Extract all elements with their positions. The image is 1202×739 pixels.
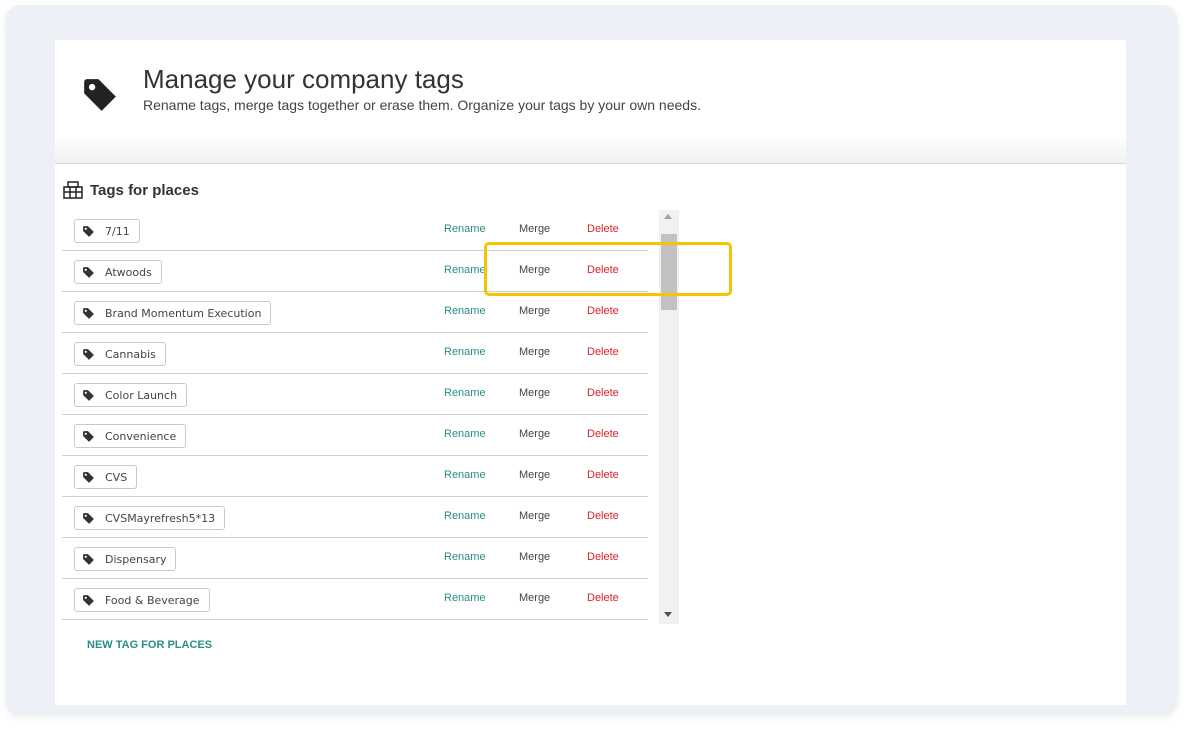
rename-button[interactable]: Rename: [444, 469, 486, 481]
tag-chip: Food & Beverage: [74, 588, 210, 612]
tag-name: CVS: [105, 470, 128, 484]
page-header: Manage your company tags Rename tags, me…: [55, 40, 1126, 164]
tag-icon: [83, 225, 94, 237]
tag-row: Dispensary Rename Merge Delete: [62, 538, 648, 579]
section-title-label: Tags for places: [90, 181, 199, 199]
merge-button[interactable]: Merge: [519, 305, 550, 317]
tag-row: Atwoods Rename Merge Delete: [62, 251, 648, 292]
tag-chip: Atwoods: [74, 260, 162, 284]
merge-button[interactable]: Merge: [519, 223, 550, 235]
tag-name: Convenience: [105, 429, 177, 443]
tag-icon: [83, 471, 94, 483]
tag-row: Brand Momentum Execution Rename Merge De…: [62, 292, 648, 333]
tag-icon: [83, 594, 94, 606]
scroll-thumb[interactable]: [661, 234, 677, 310]
tag-chip: Dispensary: [74, 547, 177, 571]
delete-button[interactable]: Delete: [587, 592, 619, 604]
rename-button[interactable]: Rename: [444, 387, 486, 399]
tag-name: 7/11: [105, 224, 130, 238]
merge-button[interactable]: Merge: [519, 592, 550, 604]
delete-button[interactable]: Delete: [587, 428, 619, 440]
tag-row: Convenience Rename Merge Delete: [62, 415, 648, 456]
delete-button[interactable]: Delete: [587, 264, 619, 276]
tag-chip: CVS: [74, 465, 138, 489]
rename-button[interactable]: Rename: [444, 223, 486, 235]
delete-button[interactable]: Delete: [587, 387, 619, 399]
merge-button[interactable]: Merge: [519, 551, 550, 563]
tag-row: CVS Rename Merge Delete: [62, 456, 648, 497]
merge-button[interactable]: Merge: [519, 428, 550, 440]
tag-chip: 7/11: [74, 219, 140, 243]
delete-button[interactable]: Delete: [587, 346, 619, 358]
tag-chip: CVSMayrefresh5*13: [74, 506, 226, 530]
rename-button[interactable]: Rename: [444, 428, 486, 440]
scroll-down-arrow-icon[interactable]: [664, 612, 672, 617]
section-title: Tags for places: [62, 180, 199, 200]
delete-button[interactable]: Delete: [587, 551, 619, 563]
tag-row: Cannabis Rename Merge Delete: [62, 333, 648, 374]
building-icon: [63, 181, 83, 199]
tag-icon: [83, 553, 94, 565]
tag-name: Food & Beverage: [105, 593, 200, 607]
list-scrollbar[interactable]: [659, 210, 679, 624]
tag-name: Cannabis: [105, 347, 156, 361]
tag-name: Color Launch: [105, 388, 178, 402]
rename-button[interactable]: Rename: [444, 592, 486, 604]
tag-row: 7/11 Rename Merge Delete: [62, 210, 648, 251]
merge-button[interactable]: Merge: [519, 346, 550, 358]
tag-chip: Convenience: [74, 424, 187, 448]
tag-row: Color Launch Rename Merge Delete: [62, 374, 648, 415]
delete-button[interactable]: Delete: [587, 305, 619, 317]
tag-icon: [83, 307, 94, 319]
tag-chip: Cannabis: [74, 342, 166, 366]
page-subtitle: Rename tags, merge tags together or eras…: [143, 97, 701, 113]
tag-name: CVSMayrefresh5*13: [105, 511, 216, 525]
tag-icon: [84, 79, 116, 111]
merge-button[interactable]: Merge: [519, 264, 550, 276]
tag-chip: Color Launch: [74, 383, 188, 407]
delete-button[interactable]: Delete: [587, 469, 619, 481]
tag-row: Food & Beverage Rename Merge Delete: [62, 579, 648, 620]
delete-button[interactable]: Delete: [587, 223, 619, 235]
rename-button[interactable]: Rename: [444, 551, 486, 563]
new-tag-button[interactable]: NEW TAG FOR PLACES: [87, 639, 212, 651]
rename-button[interactable]: Rename: [444, 264, 486, 276]
tag-icon: [83, 266, 94, 278]
tag-row: CVSMayrefresh5*13 Rename Merge Delete: [62, 497, 648, 538]
tag-name: Dispensary: [105, 552, 167, 566]
rename-button[interactable]: Rename: [444, 510, 486, 522]
tag-icon: [83, 348, 94, 360]
tag-icon: [83, 512, 94, 524]
tag-chip: Brand Momentum Execution: [74, 301, 272, 325]
tag-icon: [83, 389, 94, 401]
merge-button[interactable]: Merge: [519, 510, 550, 522]
tag-icon: [83, 430, 94, 442]
delete-button[interactable]: Delete: [587, 510, 619, 522]
tag-name: Brand Momentum Execution: [105, 306, 262, 320]
rename-button[interactable]: Rename: [444, 305, 486, 317]
tag-list: 7/11 Rename Merge Delete Atwoods Rename …: [62, 210, 648, 624]
rename-button[interactable]: Rename: [444, 346, 486, 358]
page-title: Manage your company tags: [143, 64, 464, 94]
merge-button[interactable]: Merge: [519, 469, 550, 481]
scroll-up-arrow-icon[interactable]: [664, 214, 672, 219]
tag-name: Atwoods: [105, 265, 152, 279]
merge-button[interactable]: Merge: [519, 387, 550, 399]
